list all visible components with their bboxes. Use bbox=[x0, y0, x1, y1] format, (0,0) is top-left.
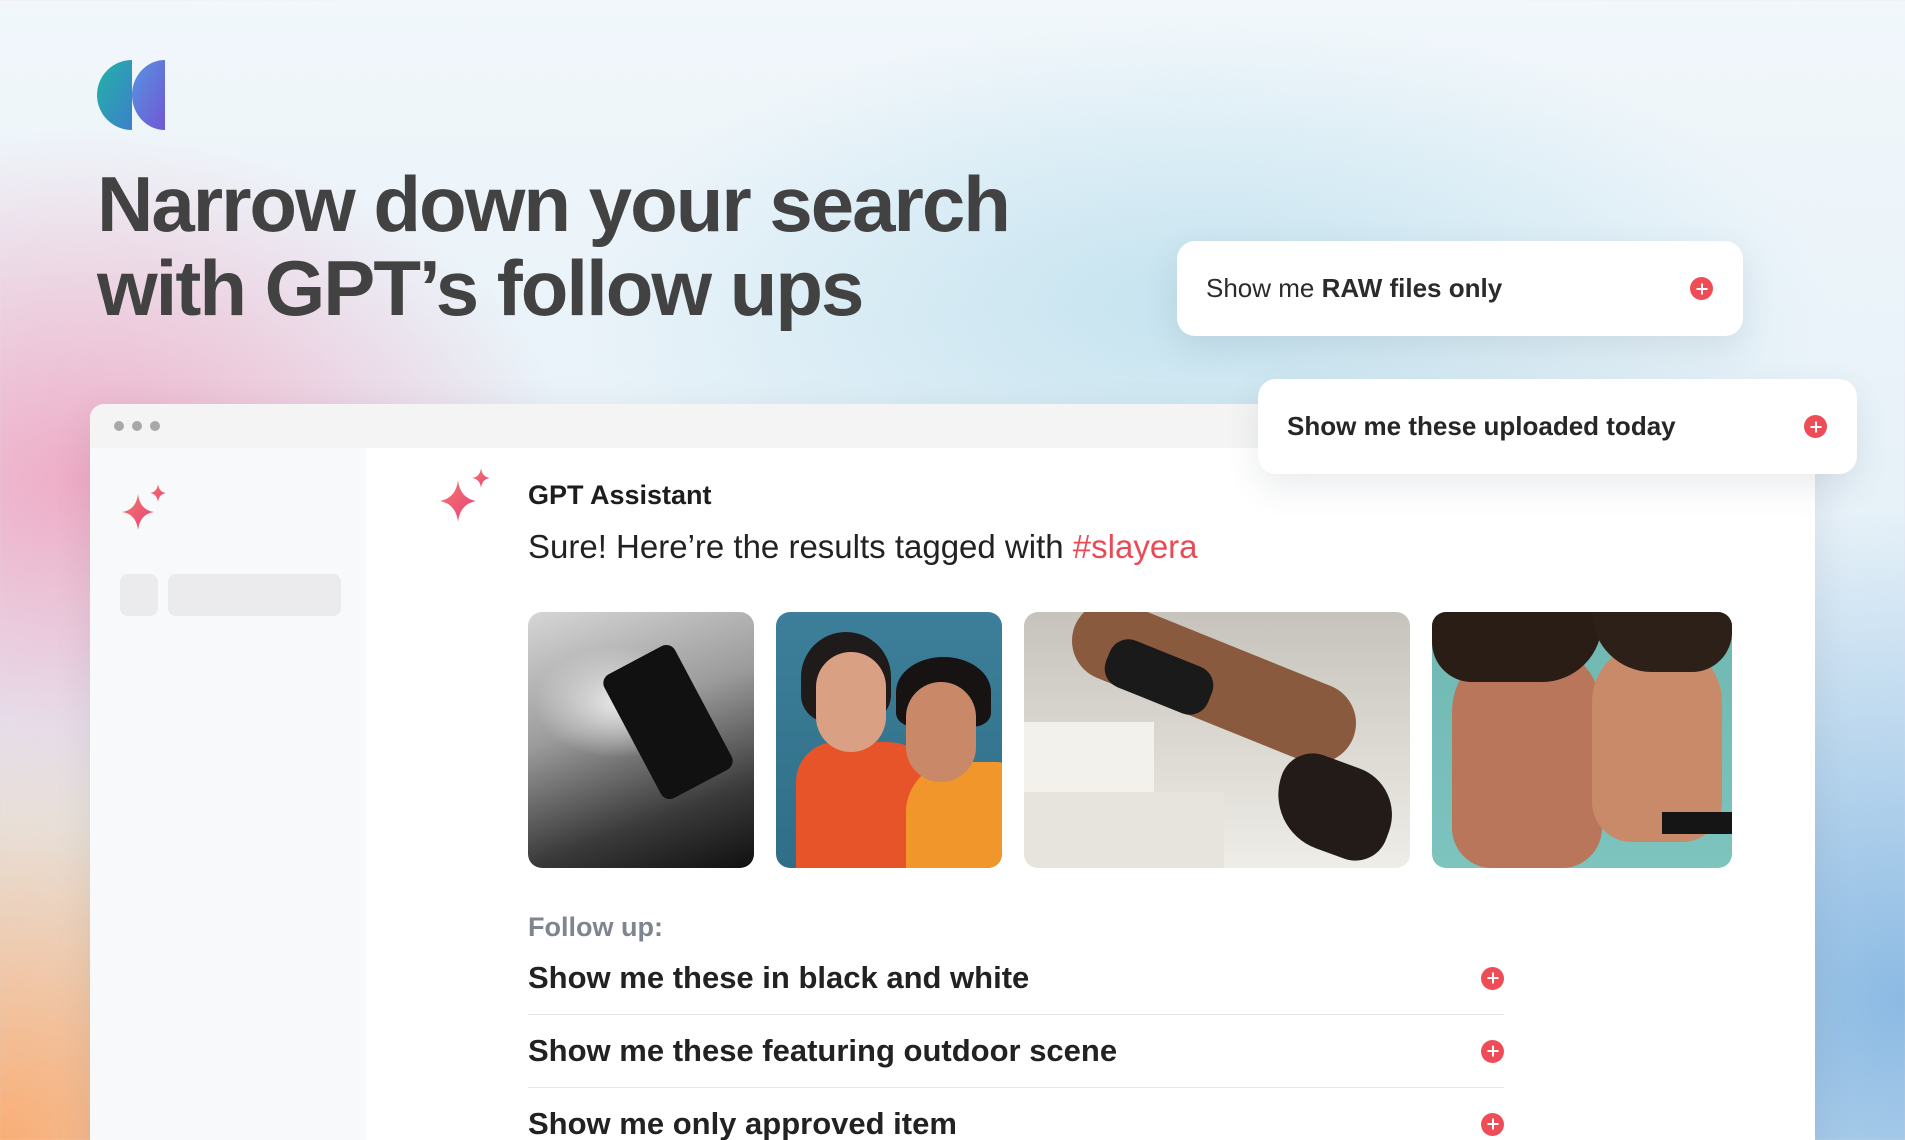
window-dot-icon[interactable] bbox=[150, 421, 160, 431]
plus-circle-icon[interactable] bbox=[1804, 415, 1827, 438]
result-photo[interactable] bbox=[776, 612, 1002, 868]
suggestion-card-today[interactable]: Show me these uploaded today bbox=[1258, 379, 1857, 474]
suggestion-bold: RAW files only bbox=[1321, 273, 1503, 303]
reply-text: Sure! Here’re the results tagged with bbox=[528, 528, 1073, 565]
follow-up-item[interactable]: Show me these in black and white bbox=[528, 942, 1504, 1015]
sidebar bbox=[90, 448, 366, 1140]
follow-up-item[interactable]: Show me these featuring outdoor scene bbox=[528, 1015, 1504, 1088]
plus-circle-icon[interactable] bbox=[1690, 277, 1713, 300]
sparkle-icon[interactable] bbox=[120, 484, 168, 532]
sidebar-placeholder-item[interactable] bbox=[168, 574, 341, 616]
suggestion-card-raw[interactable]: Show me RAW files only bbox=[1177, 241, 1743, 336]
follow-up-item[interactable]: Show me only approved item bbox=[528, 1088, 1504, 1140]
app-window: GPT Assistant Sure! Here’re the results … bbox=[90, 404, 1815, 1140]
suggestion-card-label: Show me RAW files only bbox=[1206, 273, 1502, 304]
sidebar-placeholder-icon[interactable] bbox=[120, 574, 158, 616]
window-dot-icon[interactable] bbox=[132, 421, 142, 431]
assistant-reply: Sure! Here’re the results tagged with #s… bbox=[528, 528, 1198, 566]
result-photo[interactable] bbox=[528, 612, 754, 868]
follow-up-item-label: Show me these featuring outdoor scene bbox=[528, 1033, 1118, 1068]
assistant-name: GPT Assistant bbox=[528, 480, 712, 510]
follow-up-item-label: Show me these in black and white bbox=[528, 960, 1030, 995]
headline-line-2: with GPT’s follow ups bbox=[97, 244, 864, 332]
suggestion-card-label: Show me these uploaded today bbox=[1287, 411, 1676, 441]
follow-up-item-label: Show me only approved item bbox=[528, 1106, 957, 1140]
result-photo[interactable] bbox=[1024, 612, 1410, 868]
reply-tag[interactable]: #slayera bbox=[1073, 528, 1198, 565]
plus-circle-icon[interactable] bbox=[1481, 1112, 1504, 1136]
brand-logo-icon bbox=[97, 60, 165, 130]
window-dot-icon[interactable] bbox=[114, 421, 124, 431]
plus-circle-icon[interactable] bbox=[1481, 1039, 1504, 1063]
result-photo[interactable] bbox=[1432, 612, 1732, 868]
follow-up-label: Follow up: bbox=[528, 912, 663, 942]
headline-line-1: Narrow down your search bbox=[97, 160, 1011, 248]
chat-content: GPT Assistant Sure! Here’re the results … bbox=[366, 448, 1815, 1140]
plus-circle-icon[interactable] bbox=[1481, 966, 1504, 990]
sparkle-icon bbox=[440, 468, 490, 522]
page-headline: Narrow down your search with GPT’s follo… bbox=[97, 162, 1017, 330]
suggestion-prefix: Show me bbox=[1206, 273, 1322, 303]
